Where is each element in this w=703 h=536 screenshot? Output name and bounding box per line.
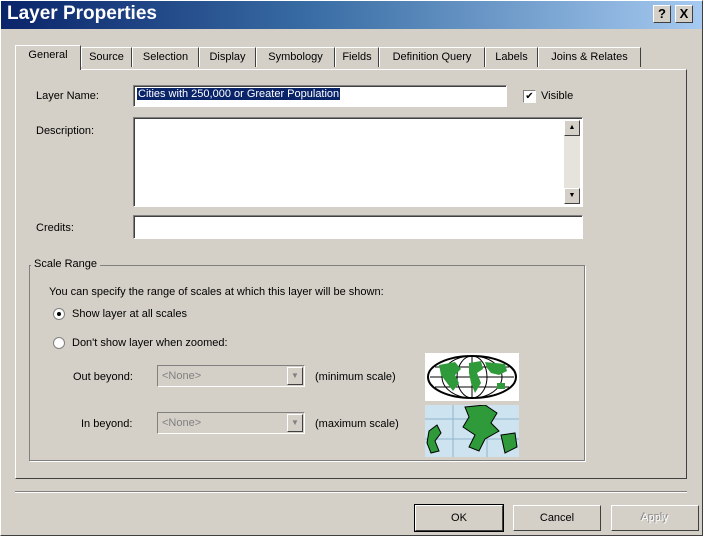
layer-name-label: Layer Name: xyxy=(36,90,99,102)
out-beyond-combo[interactable]: <None> ▼ xyxy=(157,365,305,387)
scale-range-legend: Scale Range xyxy=(31,258,100,270)
tab-display[interactable]: Display xyxy=(199,47,256,67)
credits-input[interactable] xyxy=(133,215,583,239)
visible-checkbox[interactable]: ✔ xyxy=(523,90,536,103)
layer-properties-dialog: Layer Properties ? X General Source Sele… xyxy=(0,0,703,536)
chevron-down-icon[interactable]: ▼ xyxy=(287,414,303,432)
description-scrollbar[interactable]: ▲ ▼ xyxy=(564,120,580,204)
layer-name-value: Cities with 250,000 or Greater Populatio… xyxy=(137,88,341,100)
show-all-scales-radio[interactable] xyxy=(53,308,65,320)
footer-divider xyxy=(15,491,687,493)
tab-definition-query[interactable]: Definition Query xyxy=(379,47,485,67)
dont-show-zoomed-radio[interactable] xyxy=(53,337,65,349)
help-button[interactable]: ? xyxy=(653,5,671,23)
cancel-button[interactable]: Cancel xyxy=(513,505,601,531)
dont-show-zoomed-label: Don't show layer when zoomed: xyxy=(72,337,228,349)
tab-fields[interactable]: Fields xyxy=(335,47,379,67)
out-beyond-value: <None> xyxy=(162,370,202,382)
title-bar[interactable]: Layer Properties ? X xyxy=(1,1,702,29)
tab-symbology[interactable]: Symbology xyxy=(256,47,335,67)
tab-labels[interactable]: Labels xyxy=(485,47,538,67)
scroll-down-icon[interactable]: ▼ xyxy=(564,188,580,204)
layer-name-input[interactable]: Cities with 250,000 or Greater Populatio… xyxy=(133,85,507,107)
dialog-title: Layer Properties xyxy=(7,3,157,24)
chevron-down-icon[interactable]: ▼ xyxy=(287,367,303,385)
in-beyond-label: In beyond: xyxy=(81,418,133,430)
scale-range-intro: You can specify the range of scales at w… xyxy=(49,286,384,298)
zoomed-map-icon xyxy=(425,404,519,457)
apply-button[interactable]: Apply xyxy=(611,505,699,531)
in-beyond-value: <None> xyxy=(162,417,202,429)
maximum-scale-label: (maximum scale) xyxy=(315,418,399,430)
tab-selection[interactable]: Selection xyxy=(132,47,199,67)
radio-selected-dot xyxy=(57,312,61,316)
tab-joins-relates[interactable]: Joins & Relates xyxy=(538,47,641,67)
description-label: Description: xyxy=(36,125,95,137)
globe-icon xyxy=(425,353,519,401)
visible-label: Visible xyxy=(541,90,574,102)
description-textarea[interactable]: ▲ ▼ xyxy=(133,117,583,207)
show-all-scales-label: Show layer at all scales xyxy=(72,308,187,320)
credits-label: Credits: xyxy=(36,222,74,234)
tab-source[interactable]: Source xyxy=(81,47,132,67)
in-beyond-combo[interactable]: <None> ▼ xyxy=(157,412,305,434)
tab-general[interactable]: General xyxy=(15,45,81,70)
out-beyond-label: Out beyond: xyxy=(73,371,133,383)
scroll-up-icon[interactable]: ▲ xyxy=(564,120,580,136)
close-button[interactable]: X xyxy=(675,5,693,23)
ok-button[interactable]: OK xyxy=(414,504,504,532)
minimum-scale-label: (minimum scale) xyxy=(315,371,396,383)
